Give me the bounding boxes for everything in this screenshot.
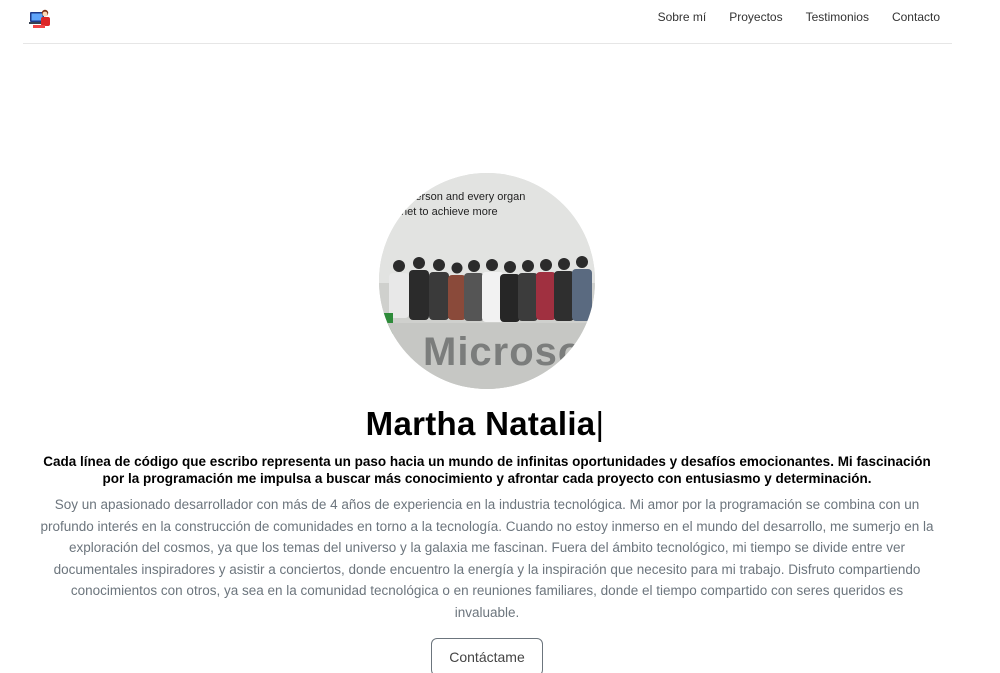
hero-name-text: Martha Natalia bbox=[365, 405, 596, 442]
hero-tagline: Cada línea de código que escribo represe… bbox=[43, 454, 931, 486]
nav-link-contacto[interactable]: Contacto bbox=[892, 10, 940, 24]
profile-photo: ry person and every organ net to achieve… bbox=[379, 173, 595, 389]
typing-cursor: | bbox=[595, 405, 605, 442]
nav-link-proyectos[interactable]: Proyectos bbox=[729, 10, 782, 24]
nav-link-sobre-mi[interactable]: Sobre mí bbox=[658, 10, 707, 24]
photo-logo-text: Microso bbox=[423, 330, 583, 374]
nav-links: Sobre mí Proyectos Testimonios Contacto bbox=[635, 10, 940, 24]
nav-link-testimonios[interactable]: Testimonios bbox=[806, 10, 869, 24]
photo-sign-line-2: net to achieve more bbox=[401, 206, 498, 218]
contact-button[interactable]: Contáctame bbox=[431, 638, 543, 673]
developer-laptop-icon[interactable] bbox=[29, 7, 51, 29]
navbar: Sobre mí Proyectos Testimonios Contacto bbox=[23, 0, 952, 44]
hero-bio: Soy un apasionado desarrollador con más … bbox=[40, 497, 934, 620]
profile-photo-image: ry person and every organ net to achieve… bbox=[379, 173, 595, 389]
photo-sign-line-1: ry person and every organ bbox=[397, 191, 525, 203]
hero-name: Martha Natalia| bbox=[0, 405, 970, 443]
